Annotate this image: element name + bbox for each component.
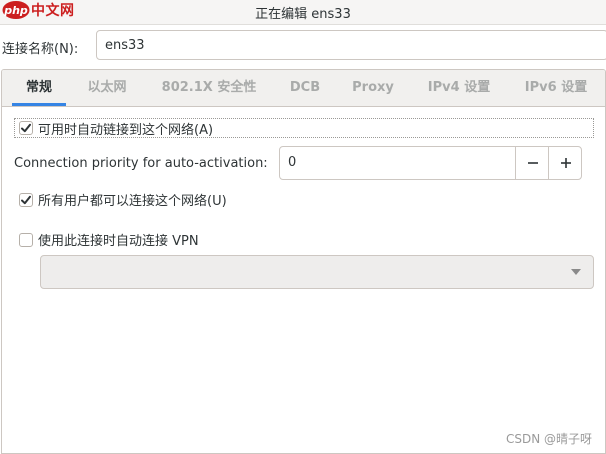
tab-general[interactable]: 常规	[12, 70, 66, 106]
plus-icon	[560, 158, 571, 168]
window-title: 正在编辑 ens33	[255, 7, 351, 22]
decrement-button[interactable]	[515, 147, 549, 179]
dropdown-arrow-icon	[571, 269, 581, 275]
priority-spinbutton[interactable]: 0	[279, 146, 582, 180]
vpn-checkbox-row[interactable]: 使用此连接时自动连接 VPN	[19, 230, 199, 249]
autoconnect-checkbox-row[interactable]: 可用时自动链接到这个网络(A)	[14, 118, 594, 138]
connection-name-label: 连接名称(N):	[2, 42, 79, 57]
csdn-watermark: CSDN @晴子呀	[505, 432, 592, 446]
tab-bar: 常规 以太网 802.1X 安全性 DCB Proxy IPv4 设置 IPv6…	[2, 70, 605, 107]
tab-ipv4-settings[interactable]: IPv4 设置	[418, 70, 500, 106]
checkmark-icon	[21, 123, 31, 133]
connection-name-input[interactable]	[96, 30, 606, 60]
priority-value[interactable]: 0	[288, 155, 296, 170]
title-bar: php 中文网 正在编辑 ens33	[0, 0, 606, 25]
tab-ipv6-settings[interactable]: IPv6 设置	[516, 70, 596, 106]
vpn-checkbox[interactable]	[19, 232, 33, 247]
tab-proxy[interactable]: Proxy	[344, 70, 402, 106]
minus-icon	[527, 162, 538, 164]
connection-name-row: 连接名称(N):	[0, 28, 606, 62]
autoconnect-checkbox[interactable]	[19, 121, 33, 135]
increment-button[interactable]	[548, 147, 582, 179]
autoconnect-label: 可用时自动链接到这个网络(A)	[38, 122, 214, 138]
tab-ethernet[interactable]: 以太网	[78, 70, 136, 106]
checkmark-icon	[21, 195, 31, 204]
priority-label: Connection priority for auto-activation:	[14, 156, 268, 171]
all-users-checkbox[interactable]	[19, 192, 33, 207]
vpn-select[interactable]	[40, 255, 594, 289]
vpn-label: 使用此连接时自动连接 VPN	[38, 234, 199, 249]
all-users-label: 所有用户都可以连接这个网络(U)	[38, 194, 227, 209]
all-users-checkbox-row[interactable]: 所有用户都可以连接这个网络(U)	[19, 190, 227, 209]
tab-8021x-security[interactable]: 802.1X 安全性	[152, 70, 266, 106]
tab-dcb[interactable]: DCB	[282, 70, 328, 106]
